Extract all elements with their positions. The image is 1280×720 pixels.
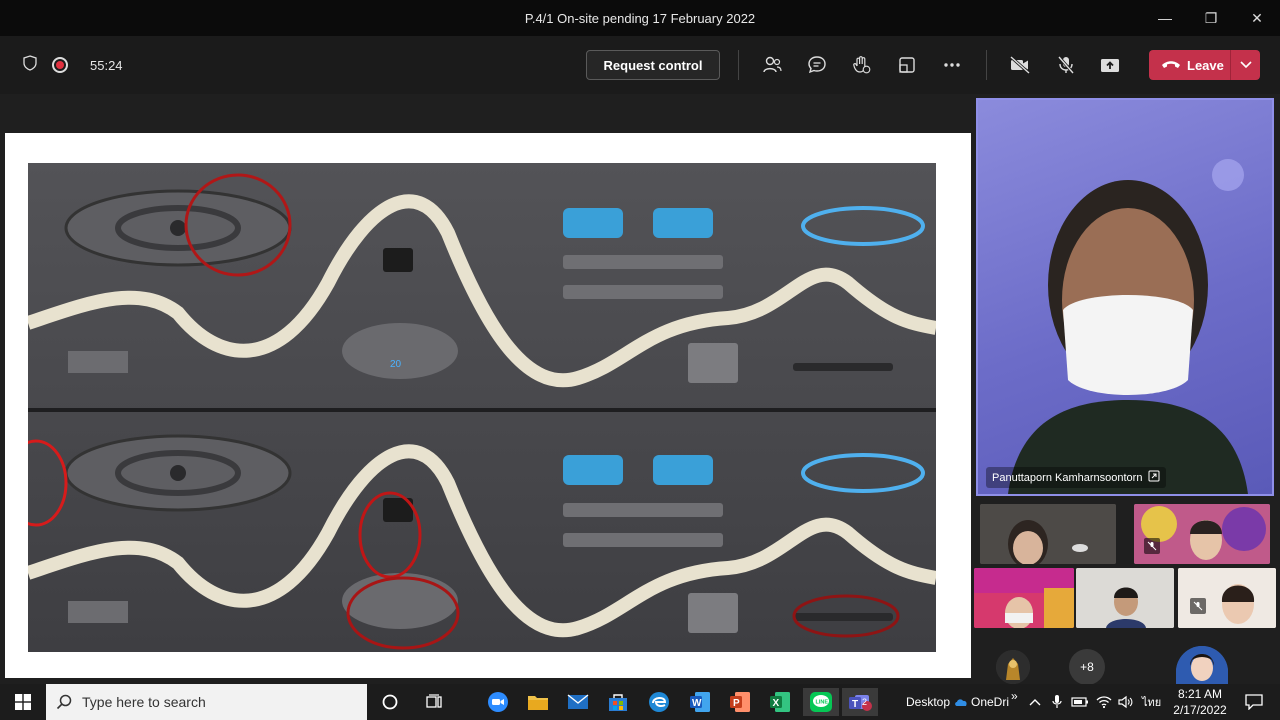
minimize-button[interactable]: — [1142, 0, 1188, 36]
edge-icon[interactable] [643, 688, 675, 716]
svg-text:20: 20 [390, 359, 402, 370]
onedrive-toolbar[interactable]: OneDri [954, 684, 1009, 720]
maximize-button[interactable]: ❐ [1188, 0, 1234, 36]
clock-time: 8:21 AM [1177, 687, 1223, 701]
meeting-status: 55:24 [22, 36, 123, 94]
teams-icon[interactable]: T 2 [842, 688, 878, 716]
battery-icon[interactable] [1070, 688, 1090, 716]
camera-off-icon[interactable] [1005, 50, 1035, 80]
window-title: P.4/1 On-site pending 17 February 2022 [524, 10, 756, 26]
active-speaker-video[interactable]: Panuttaporn Kamharnsoontorn [976, 98, 1274, 496]
participant-tile[interactable] [1134, 504, 1270, 564]
share-icon[interactable] [1095, 50, 1125, 80]
svg-text:W: W [692, 698, 702, 709]
shared-slide: 20 [5, 133, 971, 678]
notifications-icon[interactable] [1238, 688, 1270, 716]
svg-text:P: P [733, 698, 740, 709]
line-icon[interactable]: LINE [803, 688, 839, 716]
desktop-toolbar-label[interactable]: Desktop [906, 684, 950, 720]
rooms-icon[interactable] [892, 50, 922, 80]
cortana-icon[interactable] [374, 688, 406, 716]
meeting-toolbar: 55:24 Request control Leave [0, 36, 1280, 94]
speaker-name: Panuttaporn Kamharnsoontorn [992, 471, 1143, 484]
pin-icon [1148, 470, 1160, 485]
participant-tile[interactable] [974, 568, 1074, 628]
speaker-video-frame [1008, 159, 1248, 494]
window-controls: — ❐ ✕ [1142, 0, 1280, 36]
cloud-icon [954, 697, 968, 707]
word-icon[interactable]: W [684, 688, 716, 716]
request-control-button[interactable]: Request control [586, 50, 720, 80]
chevron-up-icon[interactable] [1026, 688, 1044, 716]
taskbar: Type here to search W P X LINE T 2 Deskt… [0, 684, 1280, 720]
leave-button[interactable]: Leave [1149, 50, 1260, 80]
toolbar-overflow-icon[interactable]: » [1011, 678, 1018, 714]
teams-badge: 2 [862, 697, 868, 707]
svg-text:LINE: LINE [816, 700, 829, 706]
record-icon [52, 57, 68, 73]
microphone-icon[interactable] [1048, 688, 1066, 716]
svg-text:T: T [852, 699, 858, 710]
taskbar-search[interactable]: Type here to search [46, 684, 367, 720]
mail-icon[interactable] [562, 688, 594, 716]
svg-text:X: X [773, 698, 780, 709]
clock-date: 2/17/2022 [1173, 703, 1227, 717]
shield-icon [22, 54, 38, 76]
participant-tile[interactable] [980, 504, 1116, 564]
more-icon[interactable] [937, 50, 967, 80]
search-icon [46, 694, 82, 710]
mic-off-icon[interactable] [1051, 50, 1081, 80]
windows-start-icon[interactable] [0, 684, 46, 720]
chat-icon[interactable] [802, 50, 832, 80]
people-icon[interactable] [757, 50, 787, 80]
participants-panel: Panuttaporn Kamharnsoontorn +8 [972, 94, 1280, 685]
task-view-icon[interactable] [418, 688, 450, 716]
toolbar-divider [738, 50, 739, 80]
input-language[interactable]: ไทย [1142, 684, 1161, 720]
meeting-timer: 55:24 [90, 57, 123, 73]
participant-avatar[interactable] [1176, 646, 1228, 684]
system-clock[interactable]: 8:21 AM 2/17/2022 [1170, 686, 1230, 718]
participant-tile[interactable] [1178, 568, 1276, 628]
fitness-equipment-image: 20 [28, 163, 936, 652]
file-explorer-icon[interactable] [522, 688, 554, 716]
speaker-name-tag: Panuttaporn Kamharnsoontorn [986, 467, 1167, 488]
mic-off-icon [1190, 598, 1206, 614]
zoom-icon[interactable] [482, 688, 514, 716]
phone-icon [1161, 58, 1181, 72]
reactions-icon[interactable] [846, 50, 876, 80]
wifi-icon[interactable] [1094, 688, 1114, 716]
participant-tile[interactable] [1076, 568, 1174, 628]
close-button[interactable]: ✕ [1234, 0, 1280, 36]
excel-icon[interactable]: X [764, 688, 796, 716]
title-bar: P.4/1 On-site pending 17 February 2022 —… [0, 0, 1280, 36]
search-placeholder: Type here to search [82, 694, 206, 710]
more-participants-button[interactable]: +8 [1069, 649, 1105, 685]
powerpoint-icon[interactable]: P [724, 688, 756, 716]
chevron-down-icon[interactable] [1230, 50, 1260, 80]
onedrive-label: OneDri [971, 695, 1010, 709]
leave-label: Leave [1187, 57, 1224, 73]
mic-off-icon [1144, 538, 1160, 554]
shared-screen: 20 [0, 94, 972, 684]
store-icon[interactable] [602, 688, 634, 716]
volume-icon[interactable] [1116, 688, 1136, 716]
toolbar-divider [986, 50, 987, 80]
